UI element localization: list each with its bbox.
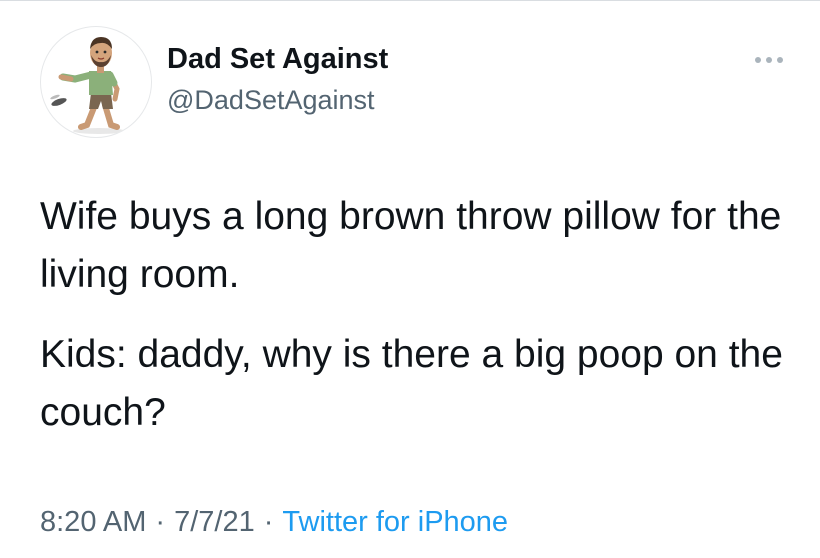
more-options-button[interactable] xyxy=(752,50,786,70)
cartoon-dad-avatar-icon xyxy=(50,37,125,134)
tweet-metadata: 8:20 AM · 7/7/21 · Twitter for iPhone xyxy=(40,504,508,540)
avatar[interactable] xyxy=(40,26,152,138)
tweet-paragraph: Kids: daddy, why is there a big poop on … xyxy=(40,333,783,434)
tweet-source-link[interactable]: Twitter for iPhone xyxy=(282,506,508,538)
meta-separator: · xyxy=(155,506,166,538)
tweet-paragraph: Wife buys a long brown throw pillow for … xyxy=(40,195,782,296)
tweet-time[interactable]: 8:20 AM xyxy=(40,506,146,538)
tweet-date[interactable]: 7/7/21 xyxy=(174,506,255,538)
author-handle[interactable]: @DadSetAgainst xyxy=(167,84,375,116)
meta-separator: · xyxy=(263,506,274,538)
more-horizontal-icon xyxy=(755,57,783,63)
top-divider xyxy=(0,0,820,1)
author-display-name[interactable]: Dad Set Against xyxy=(167,42,388,76)
tweet-text: Wife buys a long brown throw pillow for … xyxy=(40,188,800,464)
